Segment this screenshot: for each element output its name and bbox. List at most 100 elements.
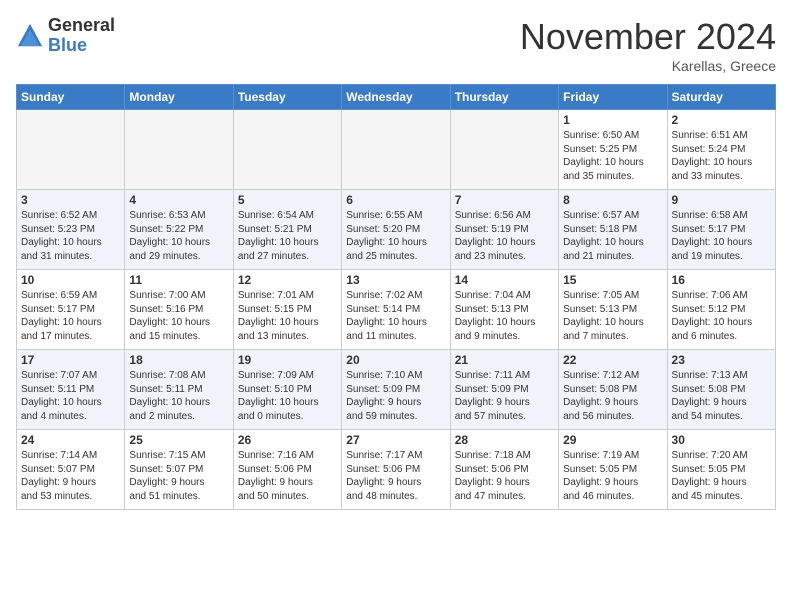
day-number: 1: [563, 113, 662, 127]
day-info: Sunrise: 7:08 AM Sunset: 5:11 PM Dayligh…: [129, 369, 228, 423]
day-info: Sunrise: 6:54 AM Sunset: 5:21 PM Dayligh…: [238, 209, 337, 263]
calendar-cell: 3 Sunrise: 6:52 AM Sunset: 5:23 PM Daylig…: [17, 190, 125, 270]
day-number: 22: [563, 353, 662, 367]
logo-general: General: [48, 16, 115, 36]
calendar-cell: 21Sunrise: 7:11 AM Sunset: 5:09 PM Dayli…: [450, 350, 558, 430]
calendar-cell: 12 Sunrise: 7:01 AM Sunset: 5:15 PM Dayli…: [233, 270, 341, 350]
calendar-cell: 29 Sunrise: 7:19 AM Sunset: 5:05 PM Dayli…: [559, 430, 667, 510]
day-info: Sunrise: 7:06 AM Sunset: 5:12 PM Dayligh…: [672, 289, 771, 343]
calendar-week-row: 1 Sunrise: 6:50 AM Sunset: 5:25 PM Daylig…: [17, 110, 776, 190]
day-info: Sunrise: 7:15 AM Sunset: 5:07 PM Dayligh…: [129, 449, 228, 503]
calendar-cell: 15 Sunrise: 7:05 AM Sunset: 5:13 PM Dayli…: [559, 270, 667, 350]
day-number: 6: [346, 193, 445, 207]
day-number: 8: [563, 193, 662, 207]
day-number: 5: [238, 193, 337, 207]
day-info: Sunrise: 7:10 AM Sunset: 5:09 PM Dayligh…: [346, 369, 445, 423]
calendar-cell: 8 Sunrise: 6:57 AM Sunset: 5:18 PM Daylig…: [559, 190, 667, 270]
day-info: Sunrise: 6:50 AM Sunset: 5:25 PM Dayligh…: [563, 129, 662, 183]
calendar-cell: [125, 110, 233, 190]
header-friday: Friday: [559, 85, 667, 110]
calendar-cell: 16 Sunrise: 7:06 AM Sunset: 5:12 PM Dayli…: [667, 270, 775, 350]
day-number: 3: [21, 193, 120, 207]
header-wednesday: Wednesday: [342, 85, 450, 110]
calendar-cell: 22 Sunrise: 7:12 AM Sunset: 5:08 PM Dayli…: [559, 350, 667, 430]
day-number: 4: [129, 193, 228, 207]
calendar-cell: 14 Sunrise: 7:04 AM Sunset: 5:13 PM Dayli…: [450, 270, 558, 350]
calendar-cell: 20 Sunrise: 7:10 AM Sunset: 5:09 PM Dayli…: [342, 350, 450, 430]
day-info: Sunrise: 7:17 AM Sunset: 5:06 PM Dayligh…: [346, 449, 445, 503]
day-number: 25: [129, 433, 228, 447]
calendar-cell: 9 Sunrise: 6:58 AM Sunset: 5:17 PM Daylig…: [667, 190, 775, 270]
calendar-cell: 24 Sunrise: 7:14 AM Sunset: 5:07 PM Dayli…: [17, 430, 125, 510]
day-number: 17: [21, 353, 120, 367]
calendar-cell: 7Sunrise: 6:56 AM Sunset: 5:19 PM Daylig…: [450, 190, 558, 270]
day-info: Sunrise: 7:02 AM Sunset: 5:14 PM Dayligh…: [346, 289, 445, 343]
calendar-cell: [17, 110, 125, 190]
calendar-cell: 18 Sunrise: 7:08 AM Sunset: 5:11 PM Dayli…: [125, 350, 233, 430]
day-number: 15: [563, 273, 662, 287]
calendar-cell: 2Sunrise: 6:51 AM Sunset: 5:24 PM Daylig…: [667, 110, 775, 190]
day-info: Sunrise: 7:12 AM Sunset: 5:08 PM Dayligh…: [563, 369, 662, 423]
logo-icon: [16, 22, 44, 50]
calendar-cell: 10Sunrise: 6:59 AM Sunset: 5:17 PM Dayli…: [17, 270, 125, 350]
calendar-week-row: 17 Sunrise: 7:07 AM Sunset: 5:11 PM Dayli…: [17, 350, 776, 430]
day-info: Sunrise: 6:52 AM Sunset: 5:23 PM Dayligh…: [21, 209, 120, 263]
day-info: Sunrise: 7:04 AM Sunset: 5:13 PM Dayligh…: [455, 289, 554, 343]
calendar-cell: 4 Sunrise: 6:53 AM Sunset: 5:22 PM Daylig…: [125, 190, 233, 270]
day-info: Sunrise: 6:58 AM Sunset: 5:17 PM Dayligh…: [672, 209, 771, 263]
day-number: 30: [672, 433, 771, 447]
day-number: 11: [129, 273, 228, 287]
logo: General Blue: [16, 16, 115, 56]
day-number: 26: [238, 433, 337, 447]
day-number: 14: [455, 273, 554, 287]
calendar-cell: 26Sunrise: 7:16 AM Sunset: 5:06 PM Dayli…: [233, 430, 341, 510]
day-info: Sunrise: 7:14 AM Sunset: 5:07 PM Dayligh…: [21, 449, 120, 503]
day-number: 27: [346, 433, 445, 447]
calendar-week-row: 10Sunrise: 6:59 AM Sunset: 5:17 PM Dayli…: [17, 270, 776, 350]
day-number: 20: [346, 353, 445, 367]
day-info: Sunrise: 6:57 AM Sunset: 5:18 PM Dayligh…: [563, 209, 662, 263]
calendar-cell: 23Sunrise: 7:13 AM Sunset: 5:08 PM Dayli…: [667, 350, 775, 430]
calendar-cell: [342, 110, 450, 190]
logo-blue: Blue: [48, 36, 115, 56]
calendar-cell: 30Sunrise: 7:20 AM Sunset: 5:05 PM Dayli…: [667, 430, 775, 510]
day-number: 29: [563, 433, 662, 447]
calendar-cell: 13 Sunrise: 7:02 AM Sunset: 5:14 PM Dayli…: [342, 270, 450, 350]
calendar-cell: 11Sunrise: 7:00 AM Sunset: 5:16 PM Dayli…: [125, 270, 233, 350]
calendar-cell: 25 Sunrise: 7:15 AM Sunset: 5:07 PM Dayli…: [125, 430, 233, 510]
calendar-week-row: 3 Sunrise: 6:52 AM Sunset: 5:23 PM Daylig…: [17, 190, 776, 270]
day-number: 18: [129, 353, 228, 367]
calendar-cell: 19 Sunrise: 7:09 AM Sunset: 5:10 PM Dayli…: [233, 350, 341, 430]
calendar-cell: 1 Sunrise: 6:50 AM Sunset: 5:25 PM Daylig…: [559, 110, 667, 190]
day-info: Sunrise: 7:01 AM Sunset: 5:15 PM Dayligh…: [238, 289, 337, 343]
header-tuesday: Tuesday: [233, 85, 341, 110]
day-number: 9: [672, 193, 771, 207]
header-saturday: Saturday: [667, 85, 775, 110]
day-info: Sunrise: 6:53 AM Sunset: 5:22 PM Dayligh…: [129, 209, 228, 263]
logo-text: General Blue: [48, 16, 115, 56]
day-number: 23: [672, 353, 771, 367]
day-number: 19: [238, 353, 337, 367]
day-number: 12: [238, 273, 337, 287]
day-number: 13: [346, 273, 445, 287]
day-info: Sunrise: 7:05 AM Sunset: 5:13 PM Dayligh…: [563, 289, 662, 343]
day-info: Sunrise: 7:09 AM Sunset: 5:10 PM Dayligh…: [238, 369, 337, 423]
header-thursday: Thursday: [450, 85, 558, 110]
day-info: Sunrise: 7:07 AM Sunset: 5:11 PM Dayligh…: [21, 369, 120, 423]
calendar-cell: 27 Sunrise: 7:17 AM Sunset: 5:06 PM Dayli…: [342, 430, 450, 510]
header-monday: Monday: [125, 85, 233, 110]
day-number: 24: [21, 433, 120, 447]
day-number: 21: [455, 353, 554, 367]
day-info: Sunrise: 6:56 AM Sunset: 5:19 PM Dayligh…: [455, 209, 554, 263]
day-info: Sunrise: 6:55 AM Sunset: 5:20 PM Dayligh…: [346, 209, 445, 263]
calendar-table: SundayMondayTuesdayWednesdayThursdayFrid…: [16, 84, 776, 510]
calendar-cell: 6 Sunrise: 6:55 AM Sunset: 5:20 PM Daylig…: [342, 190, 450, 270]
day-info: Sunrise: 6:59 AM Sunset: 5:17 PM Dayligh…: [21, 289, 120, 343]
page-header: General Blue November 2024 Karellas, Gre…: [16, 16, 776, 74]
day-info: Sunrise: 7:19 AM Sunset: 5:05 PM Dayligh…: [563, 449, 662, 503]
day-number: 2: [672, 113, 771, 127]
day-info: Sunrise: 7:18 AM Sunset: 5:06 PM Dayligh…: [455, 449, 554, 503]
day-number: 16: [672, 273, 771, 287]
calendar-cell: 5 Sunrise: 6:54 AM Sunset: 5:21 PM Daylig…: [233, 190, 341, 270]
header-sunday: Sunday: [17, 85, 125, 110]
